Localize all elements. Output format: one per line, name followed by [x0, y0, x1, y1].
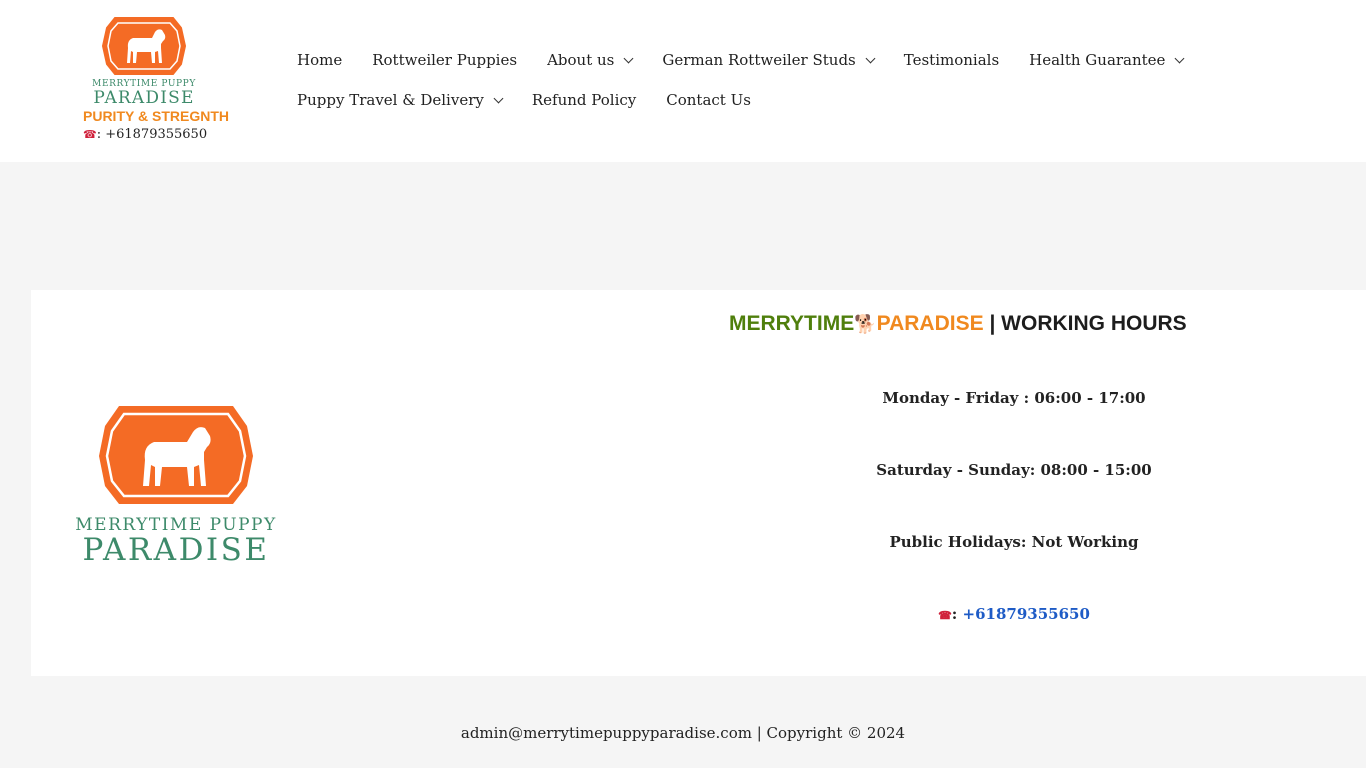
nav-item-home[interactable]: Home	[297, 51, 342, 69]
nav-label: Refund Policy	[531, 91, 637, 109]
site-header: MERRYTIME PUPPY PARADISE PURITY & STREGN…	[0, 0, 1366, 162]
footer-copyright: admin@merrytimepuppyparadise.com | Copyr…	[460, 724, 906, 742]
nav-item-refund-policy[interactable]: Refund Policy	[532, 91, 636, 109]
nav-item-puppy-travel-delivery[interactable]: Puppy Travel & Delivery	[297, 91, 504, 109]
rottweiler-logo-large-icon: MERRYTIME PUPPY PARADISE	[75, 406, 275, 564]
brand-phone-number: : +61879355650	[96, 127, 208, 142]
nav-label: Health Guarantee	[1029, 51, 1166, 69]
nav-item-german-rottweiler-studs[interactable]: German Rottweiler Studs	[662, 51, 876, 69]
nav-label: Contact Us	[666, 91, 751, 109]
nav-label: About us	[547, 51, 615, 69]
svg-text:PARADISE: PARADISE	[82, 532, 269, 564]
hours-phone: ☎: +61879355650	[859, 605, 1169, 623]
nav-label: Rottweiler Puppies	[372, 51, 518, 69]
brand-phone[interactable]: ☎: +61879355650	[83, 127, 207, 142]
svg-text:PARADISE: PARADISE	[93, 88, 194, 108]
nav-label: German Rottweiler Studs	[662, 51, 856, 69]
primary-nav: Home Rottweiler Puppies About us German …	[297, 40, 1217, 120]
nav-row-2: Puppy Travel & Delivery Refund Policy Co…	[297, 80, 1217, 120]
title-working-hours: | WORKING HOURS	[983, 312, 1187, 335]
chevron-down-icon[interactable]	[1174, 53, 1185, 63]
phone-separator: :	[951, 605, 963, 623]
chevron-down-icon[interactable]	[623, 53, 634, 63]
nav-label: Puppy Travel & Delivery	[297, 91, 484, 109]
nav-label: Testimonials	[903, 51, 1000, 69]
phone-icon: ☎	[83, 128, 97, 141]
working-hours-title: MERRYTIME🐕PARADISE | WORKING HOURS	[729, 312, 1249, 336]
dog-icon: 🐕	[854, 314, 877, 334]
nav-item-rottweiler-puppies[interactable]: Rottweiler Puppies	[372, 51, 517, 69]
nav-row-1: Home Rottweiler Puppies About us German …	[297, 40, 1217, 80]
chevron-down-icon[interactable]	[865, 53, 876, 63]
nav-item-health-guarantee[interactable]: Health Guarantee	[1029, 51, 1185, 69]
hours-holidays: Public Holidays: Not Working	[889, 533, 1139, 551]
brand-tagline: PURITY & STREGNTH	[83, 108, 229, 124]
chevron-down-icon[interactable]	[493, 93, 504, 103]
phone-icon: ☎	[938, 609, 952, 622]
brand[interactable]: MERRYTIME PUPPY PARADISE PURITY & STREGN…	[83, 16, 253, 142]
site-footer: admin@merrytimepuppyparadise.com | Copyr…	[0, 724, 1366, 742]
nav-item-testimonials[interactable]: Testimonials	[904, 51, 999, 69]
working-hours-card: MERRYTIME PUPPY PARADISE MERRYTIME🐕PARAD…	[31, 290, 1366, 676]
phone-number-link[interactable]: +61879355650	[963, 605, 1090, 623]
nav-item-contact-us[interactable]: Contact Us	[666, 91, 751, 109]
nav-label: Home	[297, 51, 343, 69]
title-merrytime: MERRYTIME	[729, 312, 855, 335]
hours-weekend: Saturday - Sunday: 08:00 - 15:00	[876, 461, 1152, 479]
hours-weekdays: Monday - Friday : 06:00 - 17:00	[882, 389, 1146, 407]
rottweiler-logo-icon[interactable]: MERRYTIME PUPPY PARADISE	[83, 16, 205, 108]
nav-item-about-us[interactable]: About us	[547, 51, 634, 69]
title-paradise: PARADISE	[876, 312, 984, 335]
